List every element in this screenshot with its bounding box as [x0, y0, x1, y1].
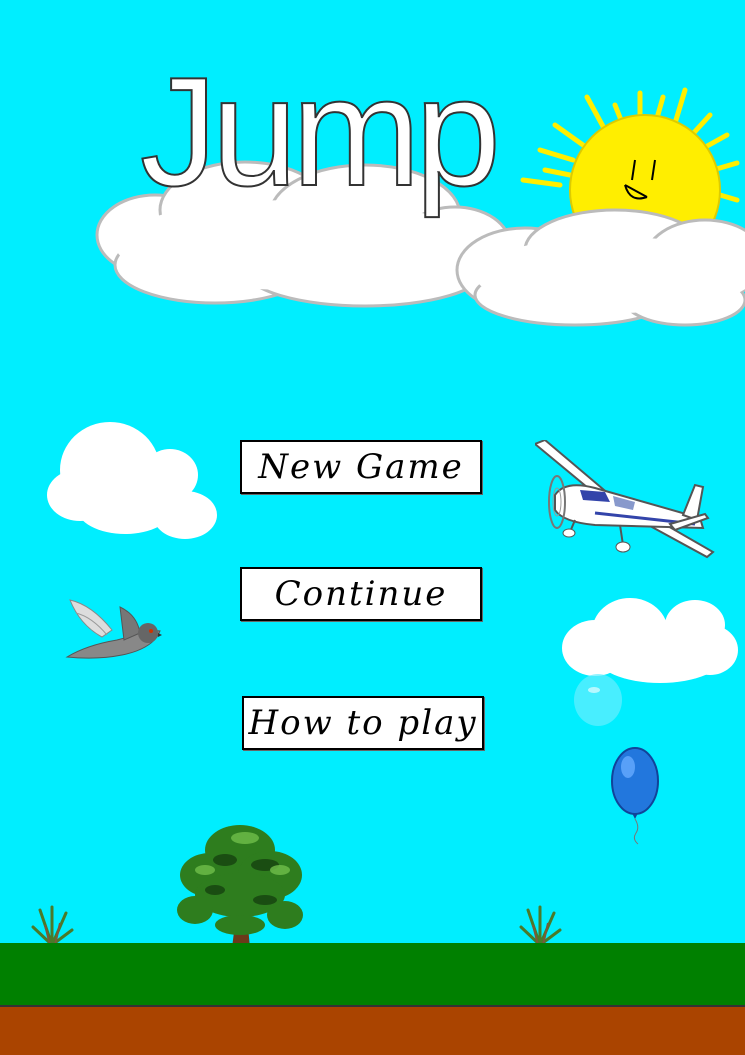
continue-button[interactable]: Continue — [240, 567, 482, 621]
bubble-icon — [574, 674, 622, 726]
continue-label: Continue — [274, 574, 448, 614]
game-title: Jump — [140, 60, 500, 219]
how-to-play-button[interactable]: How to play — [242, 696, 484, 750]
tree-icon — [177, 825, 303, 948]
game-title-text: Jump — [140, 60, 495, 218]
new-game-button[interactable]: New Game — [240, 440, 482, 494]
pigeon-icon — [65, 599, 162, 659]
balloon-icon — [611, 747, 659, 845]
grass-ground — [0, 943, 745, 1005]
airplane-icon — [535, 440, 715, 559]
how-to-play-label: How to play — [248, 703, 478, 743]
dirt-ground — [0, 1005, 745, 1055]
new-game-label: New Game — [258, 447, 464, 487]
cloud-left — [47, 422, 217, 539]
grass-tuft-icon — [519, 905, 562, 947]
grass-tuft-icon — [31, 905, 74, 947]
